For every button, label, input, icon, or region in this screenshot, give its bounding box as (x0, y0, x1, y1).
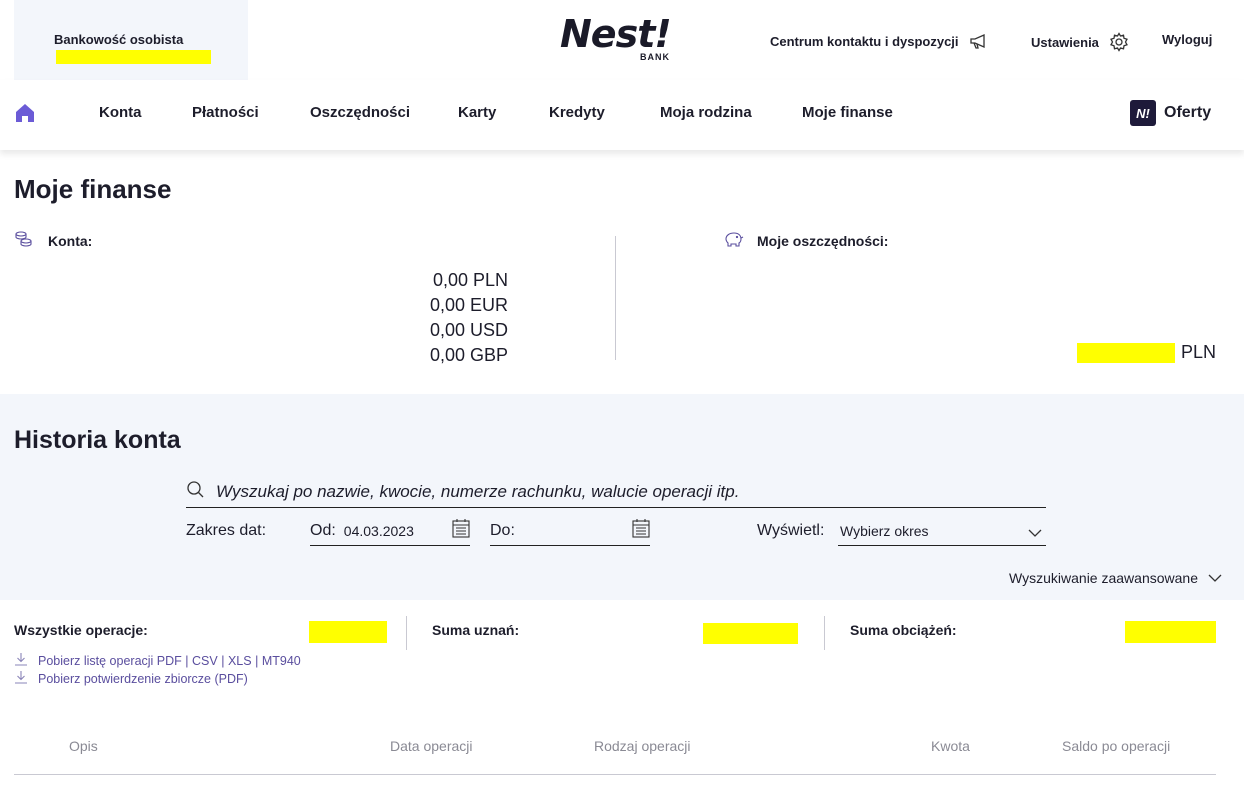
settings-label: Ustawienia (1031, 34, 1099, 50)
main-navigation: Konta Płatności Oszczędności Karty Kredy… (0, 80, 1244, 150)
accounts-summary-label: Konta: (14, 230, 92, 251)
logout-label: Wyloguj (1162, 32, 1213, 47)
calendar-icon[interactable] (452, 518, 470, 543)
balance-gbp: 0,00 GBP (429, 345, 508, 365)
summary-divider (824, 616, 825, 650)
nav-item-family[interactable]: Moja rodzina (660, 104, 752, 121)
download-xls-link[interactable]: XLS (228, 654, 252, 668)
piggy-bank-icon (723, 230, 745, 251)
home-icon[interactable] (14, 102, 36, 129)
debits-sum-label: Suma obciążeń: (850, 622, 957, 638)
summary-divider (406, 616, 407, 650)
redacted-savings-value (1076, 342, 1175, 363)
accounts-label: Konta: (48, 232, 93, 249)
download-csv-link[interactable]: CSV (192, 654, 218, 668)
top-header: Bankowość osobista Nest! BANK Centrum ko… (0, 0, 1244, 80)
logout-link[interactable]: Wyloguj (1162, 32, 1212, 47)
redacted-account-number (56, 50, 211, 64)
advanced-search-label: Wyszukiwanie zaawansowane (1009, 570, 1198, 586)
chevron-down-icon (1208, 570, 1222, 586)
logo-sub: BANK (640, 52, 670, 62)
date-to-field[interactable]: Do: (490, 516, 650, 546)
gear-icon (1109, 32, 1129, 52)
all-operations-label: Wszystkie operacje: (14, 622, 148, 638)
nav-item-loans[interactable]: Kredyty (549, 104, 605, 121)
nav-item-my-finances[interactable]: Moje finanse (802, 104, 893, 121)
nav-item-cards[interactable]: Karty (458, 104, 496, 121)
account-selector[interactable]: Bankowość osobista (14, 0, 248, 80)
account-balances: 0,00 PLN 0,00 EUR 0,00 USD 0,00 GBP (430, 268, 508, 368)
date-from-label: Od: (310, 521, 336, 539)
page-title: Moje finanse (14, 174, 172, 204)
contact-center-label: Centrum kontaktu i dyspozycji (770, 33, 959, 49)
advanced-search-toggle[interactable]: Wyszukiwanie zaawansowane (1009, 570, 1222, 586)
download-list-pdf-link[interactable]: Pobierz listę operacji PDF (38, 654, 182, 668)
display-label: Wyświetl: (757, 522, 825, 539)
date-range-label: Zakres dat: (186, 522, 267, 539)
redacted-credits-sum (703, 623, 798, 644)
calendar-icon[interactable] (632, 518, 650, 543)
date-from-field[interactable]: Od: 04.03.2023 (310, 516, 470, 546)
nav-item-payments[interactable]: Płatności (192, 104, 259, 121)
column-header-amount[interactable]: Kwota (931, 738, 970, 754)
offers-label: Oferty (1164, 104, 1212, 121)
logo-text: Nest! (560, 12, 672, 56)
balance-eur: 0,00 EUR (429, 295, 508, 315)
megaphone-icon (969, 32, 989, 50)
savings-label: Moje oszczędności: (757, 232, 889, 249)
credits-sum-label: Suma uznań: (432, 622, 520, 638)
coins-icon (14, 230, 36, 251)
download-icon (14, 670, 28, 687)
nest-bank-logo[interactable]: Nest! BANK (560, 12, 674, 64)
date-to-label: Do: (490, 521, 515, 539)
savings-summary-label: Moje oszczędności: (723, 230, 888, 251)
download-icon (14, 652, 28, 669)
column-header-type[interactable]: Rodzaj operacji (594, 738, 691, 754)
offers-link[interactable]: N! Oferty (1130, 100, 1211, 126)
balance-pln: 0,00 PLN (432, 270, 508, 290)
balance-usd: 0,00 USD (429, 320, 508, 340)
download-confirmation-link[interactable]: Pobierz potwierdzenie zbiorcze (PDF) (14, 670, 248, 687)
contact-center-link[interactable]: Centrum kontaktu i dyspozycji (770, 32, 989, 50)
column-header-date[interactable]: Data operacji (390, 738, 473, 754)
download-confirmation-label: Pobierz potwierdzenie zbiorcze (PDF) (38, 671, 248, 686)
download-mt940-link[interactable]: MT940 (262, 654, 301, 668)
column-header-balance[interactable]: Saldo po operacji (1062, 738, 1170, 754)
download-operations-list: Pobierz listę operacji PDF | CSV | XLS |… (14, 652, 301, 669)
period-select-value: Wybierz okres (840, 522, 929, 539)
column-header-description[interactable]: Opis (69, 738, 98, 754)
date-from-value: 04.03.2023 (343, 522, 414, 539)
account-type-label: Bankowość osobista (54, 32, 184, 47)
redacted-debits-sum (1125, 621, 1216, 643)
search-icon[interactable] (186, 480, 204, 503)
period-select[interactable]: Wybierz okres (838, 516, 1046, 546)
table-header-divider (14, 774, 1216, 775)
chevron-down-icon (1028, 525, 1042, 543)
search-input[interactable] (216, 481, 1036, 502)
nav-item-accounts[interactable]: Konta (99, 104, 142, 121)
settings-link[interactable]: Ustawienia (1031, 32, 1129, 52)
savings-amount: PLN (1076, 342, 1216, 363)
section-divider (615, 236, 616, 360)
nav-item-savings[interactable]: Oszczędności (310, 104, 410, 121)
offers-badge-icon: N! (1130, 100, 1156, 126)
history-title: Historia konta (14, 426, 181, 454)
savings-currency: PLN (1180, 342, 1216, 362)
history-search (186, 476, 1046, 508)
redacted-all-operations (309, 621, 387, 643)
